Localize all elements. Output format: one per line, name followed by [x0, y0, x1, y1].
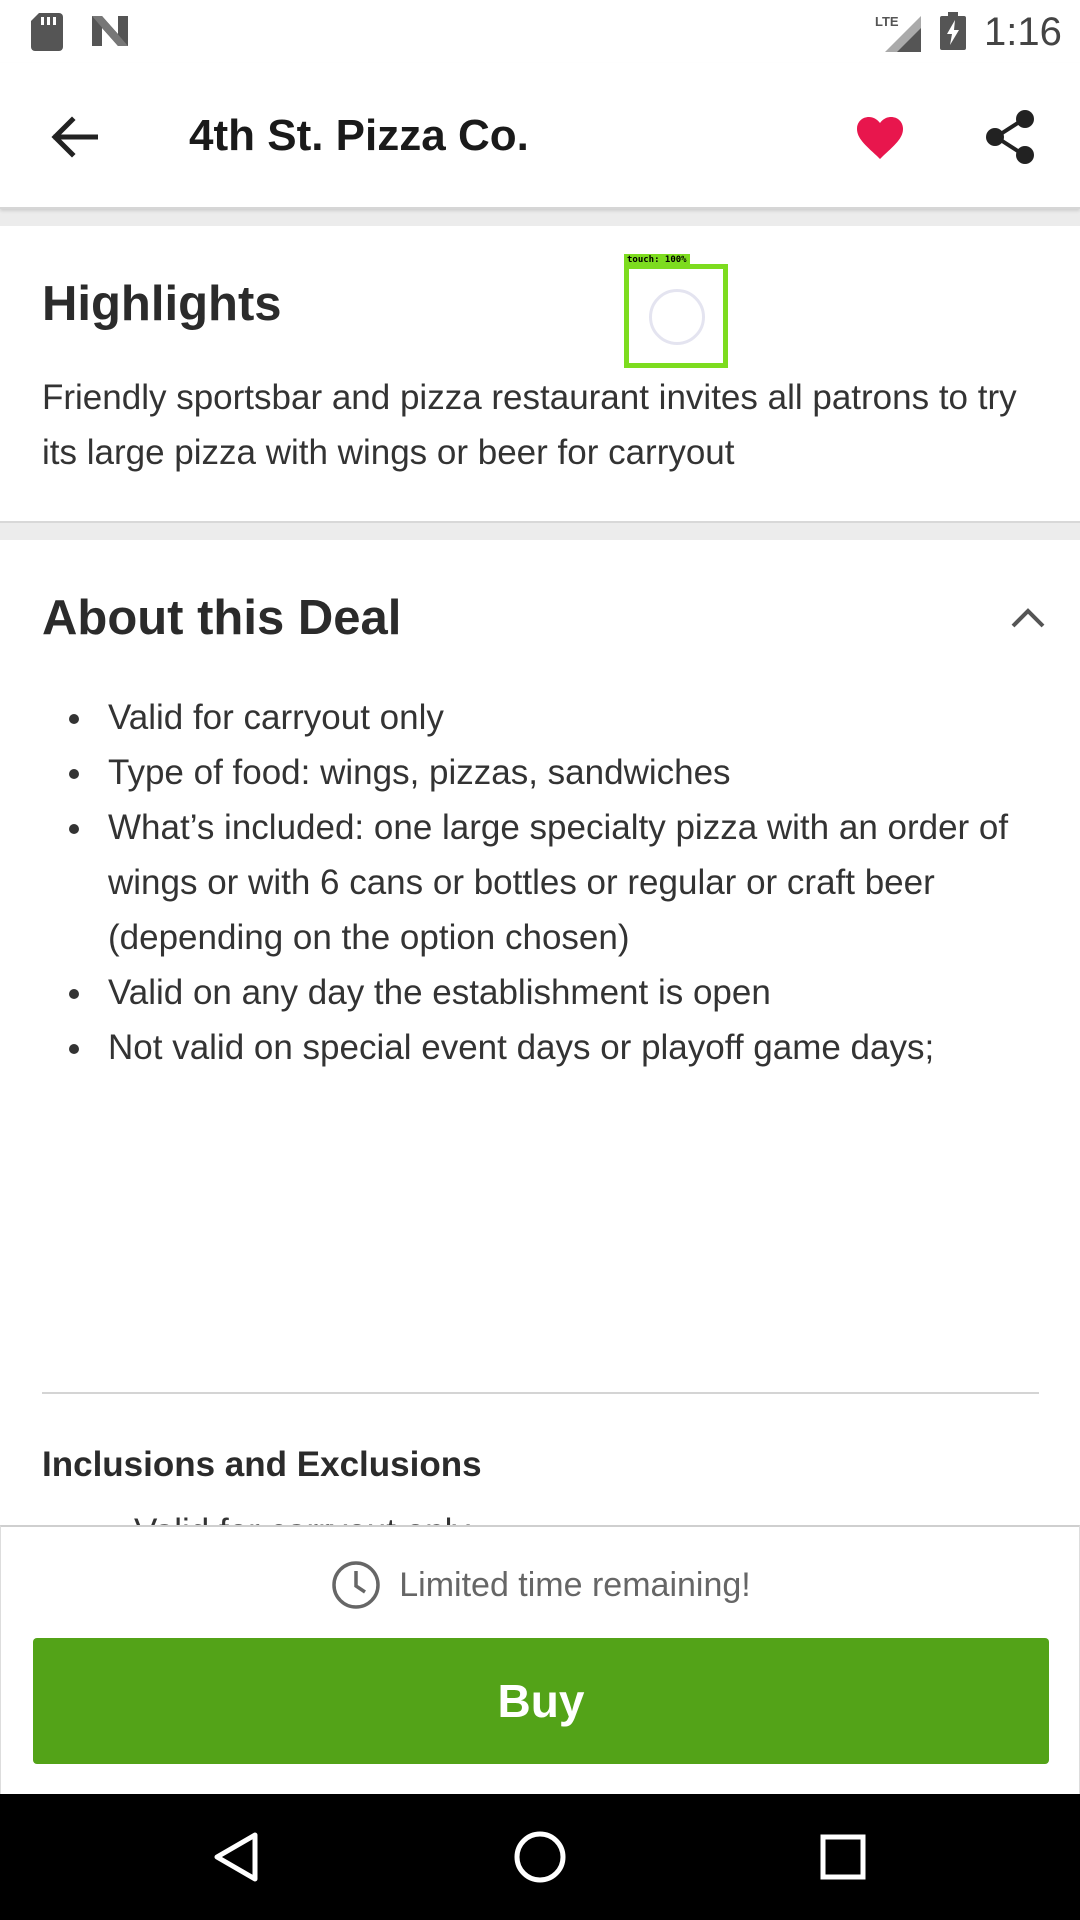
svg-text:LTE: LTE — [875, 14, 899, 29]
bullet-dot — [69, 714, 79, 724]
highlights-text: Friendly sportsbar and pizza restaurant … — [42, 378, 1017, 472]
lte-signal-icon: LTE — [875, 14, 921, 52]
list-item: What’s included: one large specialty piz… — [69, 800, 1048, 965]
back-arrow-icon — [51, 116, 98, 158]
heart-icon — [857, 117, 903, 159]
list-item: Type of food: wings, pizzas, sandwiches — [69, 745, 1048, 800]
highlights-section: Highlights Friendly sportsbar and pizza … — [0, 226, 1080, 521]
buy-button[interactable]: Buy — [33, 1638, 1049, 1764]
bullet-dot — [69, 769, 79, 779]
recents-square-icon — [820, 1834, 866, 1880]
screen: LTE 1:16 4th St. Pizza Co. Highlights Fr… — [0, 0, 1080, 1920]
touch-circle — [649, 289, 705, 345]
list-item-text: Type of food: wings, pizzas, sandwiches — [108, 753, 731, 792]
inclusions-heading: Inclusions and Exclusions — [42, 1445, 482, 1484]
list-item-text: Not valid on special event days or playo… — [108, 1028, 935, 1067]
back-triangle-icon — [214, 1832, 258, 1882]
inclusions-peek-text: Valid for carryout only — [134, 1510, 470, 1525]
home-circle-icon — [514, 1831, 566, 1883]
status-bar: LTE 1:16 — [0, 0, 1080, 63]
list-item: Valid for carryout only — [69, 690, 1048, 745]
favorite-button[interactable] — [850, 109, 910, 169]
page-title: 4th St. Pizza Co. — [189, 111, 529, 160]
n-notification-icon — [92, 16, 128, 46]
highlights-heading: Highlights — [42, 277, 282, 331]
nav-recents-button[interactable] — [813, 1827, 873, 1887]
collapse-button[interactable] — [1000, 590, 1056, 646]
system-nav-bar — [0, 1794, 1080, 1920]
buy-panel: Limited time remaining! Buy — [0, 1525, 1080, 1794]
chevron-up-icon — [1011, 608, 1045, 628]
section-divider — [0, 209, 1080, 226]
list-item: Not valid on special event days or playo… — [69, 1020, 1048, 1075]
timer-row: Limited time remaining! — [1, 1557, 1080, 1613]
clock-icon — [332, 1561, 380, 1609]
nav-back-button[interactable] — [206, 1827, 266, 1887]
touch-indicator — [624, 264, 728, 368]
bullet-dot — [69, 989, 79, 999]
share-button[interactable] — [978, 105, 1042, 169]
list-item: Valid on any day the establishment is op… — [69, 965, 1048, 1020]
list-item-text: Valid for carryout only — [108, 698, 444, 737]
bullet-dot — [69, 824, 79, 834]
status-time: 1:16 — [984, 10, 1062, 54]
about-deal-heading: About this Deal — [42, 591, 402, 645]
battery-charging-icon — [940, 12, 966, 50]
bullet-dot — [69, 1044, 79, 1054]
back-button[interactable] — [40, 103, 108, 171]
app-bar: 4th St. Pizza Co. — [0, 63, 1080, 209]
about-deal-section: About this Deal Valid for carryout only … — [0, 540, 1080, 1525]
share-icon — [986, 110, 1034, 164]
list-item-text: Valid on any day the establishment is op… — [108, 973, 771, 1012]
timer-text: Limited time remaining! — [399, 1566, 751, 1604]
sd-card-icon — [31, 13, 63, 51]
nav-home-button[interactable] — [510, 1827, 570, 1887]
deal-details-list: Valid for carryout only Type of food: wi… — [69, 690, 1048, 1075]
section-divider — [0, 521, 1080, 540]
divider — [42, 1392, 1039, 1394]
list-item-text: What’s included: one large specialty piz… — [108, 808, 1009, 957]
